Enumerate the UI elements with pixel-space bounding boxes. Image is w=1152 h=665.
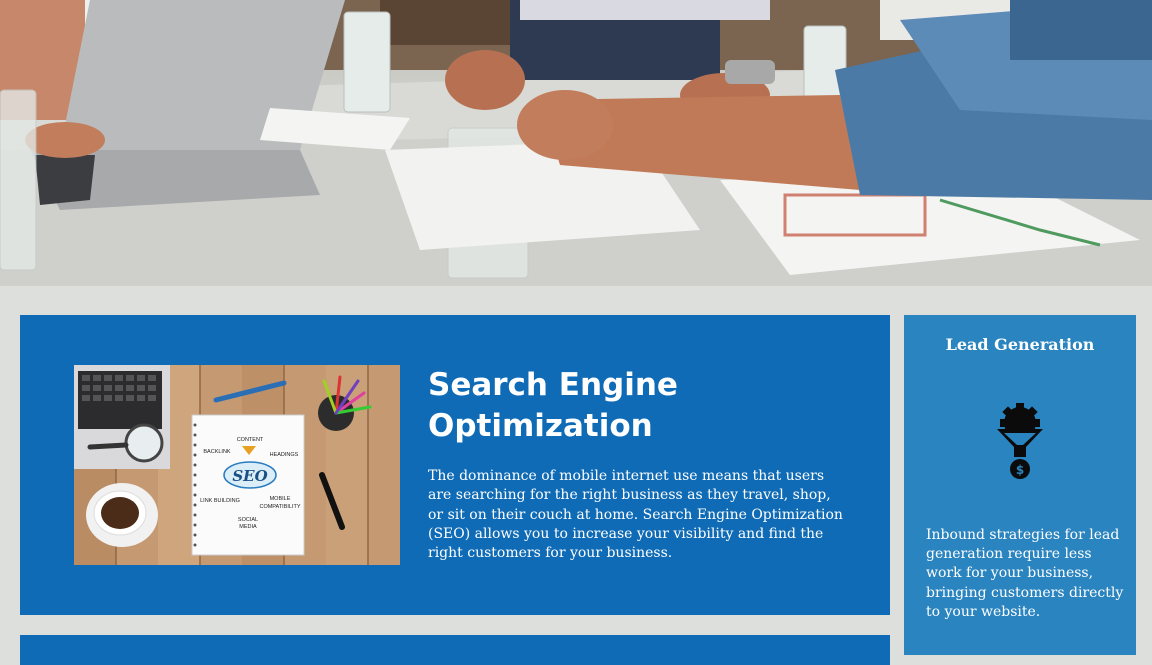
media-note: MEDIA — [239, 524, 257, 530]
funnel-gear-dollar-icon: $ — [992, 401, 1048, 481]
lead-generation-description: Inbound strategies for lead generation r… — [926, 527, 1124, 620]
headings-note: HEADINGS — [270, 452, 299, 458]
seo-card: SEO CONTENT BACKLINK HEADINGS LINK BUILD… — [20, 315, 890, 615]
mobile-note: MOBILE — [270, 496, 291, 502]
hero-photo — [0, 0, 1152, 286]
lead-generation-card: Lead Generation $ Inbound strategies for… — [904, 315, 1136, 655]
seo-heading: Search Engine Optimization — [428, 367, 678, 444]
seo-notebook-word: SEO — [232, 467, 267, 485]
meeting-table-photo — [0, 0, 1152, 286]
content-note: CONTENT — [237, 437, 264, 443]
compatibility-note: COMPATIBILITY — [259, 504, 300, 510]
social-note: SOCIAL — [238, 517, 258, 523]
svg-text:$: $ — [1016, 463, 1024, 477]
lead-generation-heading: Lead Generation — [945, 335, 1095, 354]
next-service-card — [20, 635, 890, 665]
link-building-note: LINK BUILDING — [200, 498, 240, 504]
seo-description: The dominance of mobile internet use mea… — [428, 468, 843, 562]
seo-illustration-image: SEO CONTENT BACKLINK HEADINGS LINK BUILD… — [74, 365, 400, 565]
backlink-note: BACKLINK — [203, 449, 231, 455]
